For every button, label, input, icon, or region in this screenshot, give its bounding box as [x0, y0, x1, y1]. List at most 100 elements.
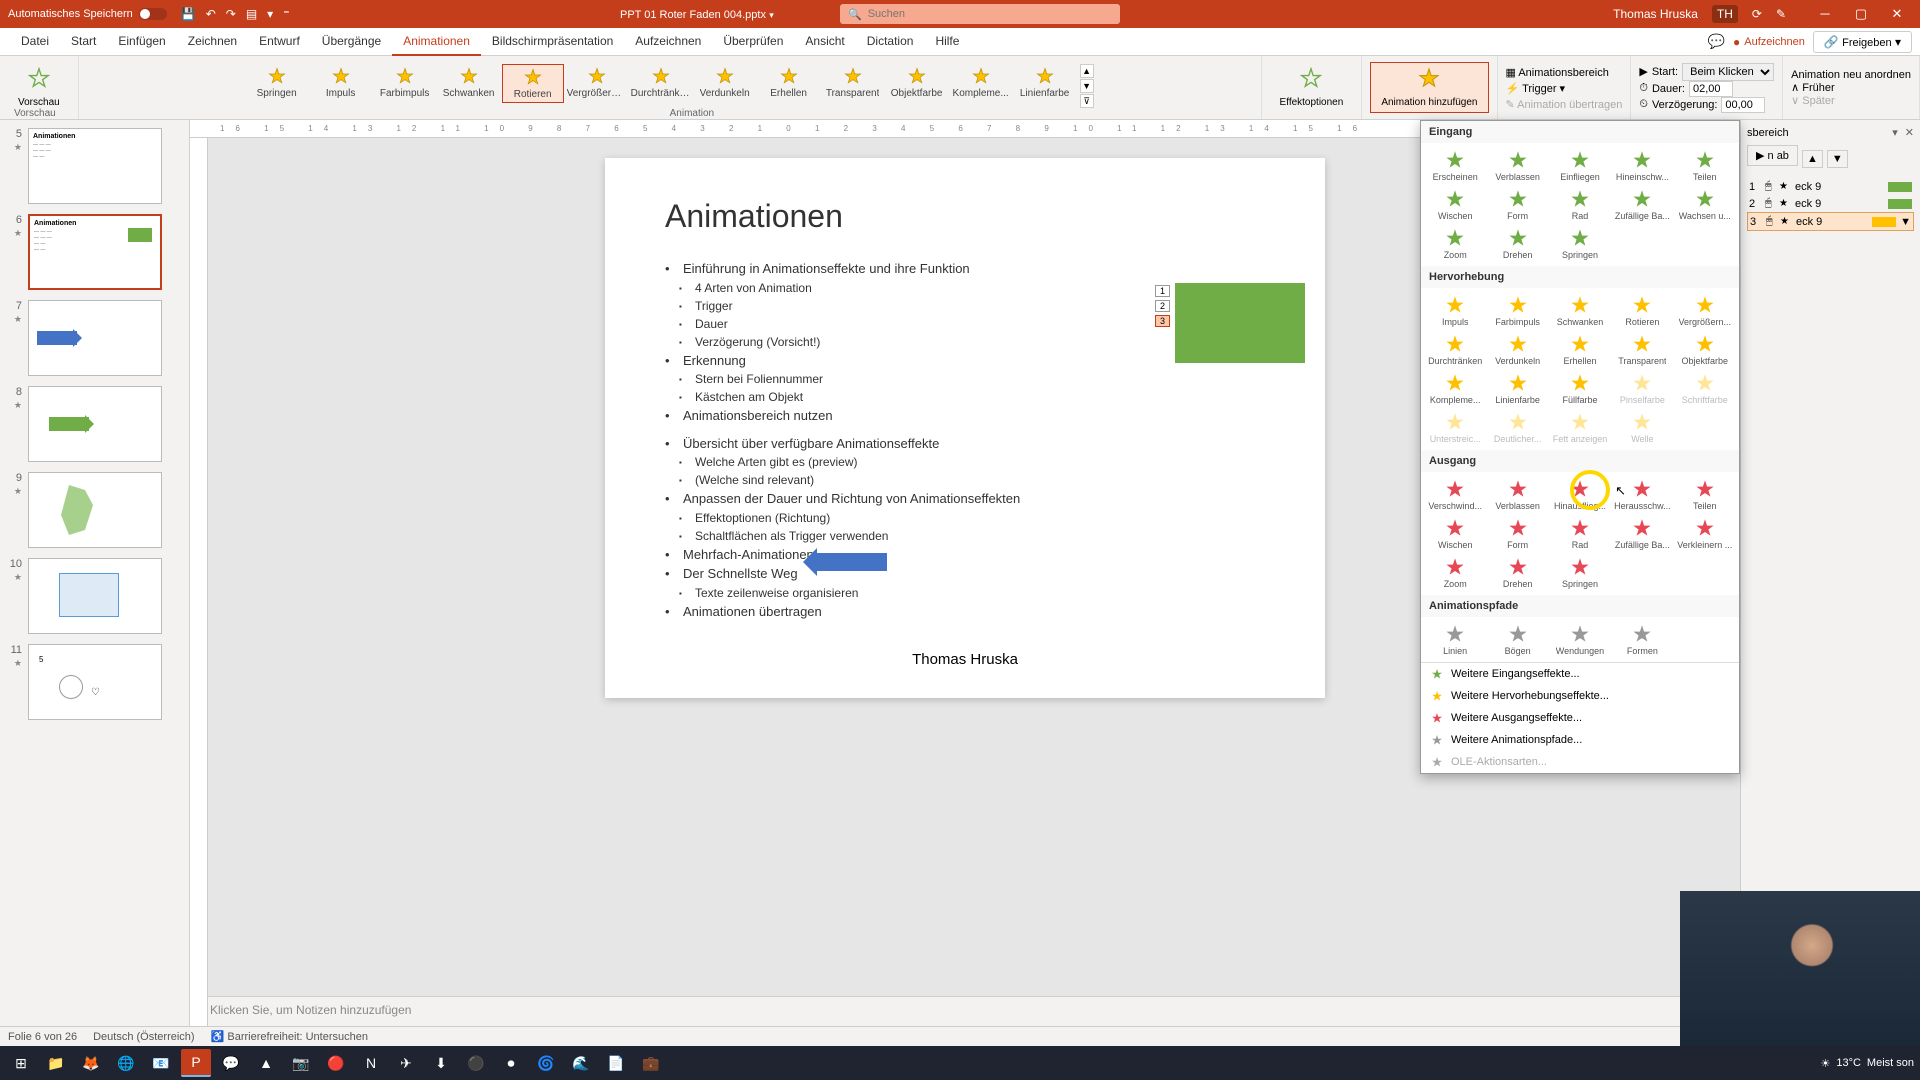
anim-effect-verschwind[interactable]: Verschwind... — [1424, 475, 1486, 514]
anim-effect-teilen[interactable]: Teilen — [1674, 475, 1736, 514]
dropdown-icon[interactable]: ▾ — [267, 7, 273, 21]
later-button[interactable]: ∨ Später — [1791, 94, 1835, 107]
anim-effect-erscheinen[interactable]: Erscheinen — [1424, 146, 1486, 185]
preview-button[interactable]: Vorschau — [8, 63, 70, 112]
anim-effect-erhellen[interactable]: Erhellen — [1549, 330, 1611, 369]
filename[interactable]: PPT 01 Roter Faden 004.pptx ▾ — [620, 7, 774, 21]
menu-tab-zeichnen[interactable]: Zeichnen — [177, 28, 248, 56]
menu-tab-aufzeichnen[interactable]: Aufzeichnen — [624, 28, 712, 56]
present-icon[interactable]: ▤ — [246, 7, 257, 21]
anim-tag-1[interactable]: 1 — [1155, 285, 1170, 297]
gallery-vergrößern/...[interactable]: Vergrößern/... — [566, 64, 628, 101]
vlc-icon[interactable]: ▲ — [251, 1049, 281, 1077]
anim-effect-durchtränken[interactable]: Durchtränken — [1424, 330, 1486, 369]
menu-tab-ansicht[interactable]: Ansicht — [794, 28, 855, 56]
app5-icon[interactable]: ⏺ — [496, 1049, 526, 1077]
menu-tab-animationen[interactable]: Animationen — [392, 28, 481, 56]
anim-pane-dropdown-icon[interactable]: ▾ — [1892, 127, 1898, 139]
anim-effect-wachsen u[interactable]: Wachsen u... — [1674, 185, 1736, 224]
anim-effect-rotieren[interactable]: Rotieren — [1611, 291, 1673, 330]
user-badge[interactable]: TH — [1712, 5, 1738, 23]
anim-pane-item-1[interactable]: 1🖱★eck 9 — [1747, 178, 1914, 195]
record-button[interactable]: ● Aufzeichnen — [1733, 35, 1805, 49]
username[interactable]: Thomas Hruska — [1613, 7, 1698, 21]
gallery-durchtränken[interactable]: Durchtränken — [630, 64, 692, 101]
weather-widget[interactable]: ☀ 13°C Meist son — [1820, 1057, 1914, 1070]
anim-footer-weitere-hervorhebungseffekte[interactable]: Weitere Hervorhebungseffekte... — [1421, 685, 1739, 707]
accessibility-check[interactable]: ♿ Barrierefreiheit: Untersuchen — [211, 1030, 368, 1043]
more-icon[interactable]: ⁼ — [283, 7, 289, 21]
app2-icon[interactable]: 📷 — [286, 1049, 316, 1077]
anim-effect-verkleinern[interactable]: Verkleinern ... — [1674, 514, 1736, 553]
move-up-icon[interactable]: ▲ — [1802, 150, 1823, 168]
thumb-6[interactable]: 6★Animationen— — —— — —— —— — — [4, 214, 185, 290]
menu-tab-hilfe[interactable]: Hilfe — [924, 28, 970, 56]
menu-tab-entwurf[interactable]: Entwurf — [248, 28, 311, 56]
app4-icon[interactable]: ⬇ — [426, 1049, 456, 1077]
anim-effect-drehen[interactable]: Drehen — [1486, 224, 1548, 263]
anim-effect-wendungen[interactable]: Wendungen — [1549, 620, 1611, 659]
app8-icon[interactable]: 💼 — [636, 1049, 666, 1077]
app6-icon[interactable]: 🌀 — [531, 1049, 561, 1077]
menu-tab-überprüfen[interactable]: Überprüfen — [712, 28, 794, 56]
anim-effect-zufällige ba[interactable]: Zufällige Ba... — [1611, 185, 1673, 224]
redo-icon[interactable]: ↷ — [226, 7, 236, 21]
play-from-button[interactable]: ▶ n ab — [1747, 145, 1798, 166]
anim-effect-rad[interactable]: Rad — [1549, 185, 1611, 224]
anim-effect-springen[interactable]: Springen — [1549, 553, 1611, 592]
add-animation-button[interactable]: Animation hinzufügen — [1370, 62, 1488, 113]
anim-pane-close-icon[interactable]: ✕ — [1905, 127, 1914, 139]
anim-effect-hinausflieg[interactable]: Hinausflieg... — [1549, 475, 1611, 514]
anim-effect-linienfarbe[interactable]: Linienfarbe — [1486, 369, 1548, 408]
close-icon[interactable]: ✕ — [1882, 6, 1912, 22]
menu-tab-einfügen[interactable]: Einfügen — [107, 28, 176, 56]
anim-tag-2[interactable]: 2 — [1155, 300, 1170, 312]
search-input[interactable] — [868, 8, 1112, 20]
menu-tab-übergänge[interactable]: Übergänge — [311, 28, 392, 56]
powerpoint-icon[interactable]: P — [181, 1049, 211, 1077]
move-down-icon[interactable]: ▼ — [1827, 150, 1848, 168]
gallery-springen[interactable]: Springen — [246, 64, 308, 101]
anim-pane-item-3[interactable]: 3🖱★eck 9▼ — [1747, 212, 1914, 231]
anim-effect-objektfarbe[interactable]: Objektfarbe — [1674, 330, 1736, 369]
anim-effect-kompleme[interactable]: Kompleme... — [1424, 369, 1486, 408]
anim-footer-weitere-eingangseffekte[interactable]: Weitere Eingangseffekte... — [1421, 663, 1739, 685]
sync-icon[interactable]: ⟳ — [1752, 7, 1762, 21]
anim-effect-linien[interactable]: Linien — [1424, 620, 1486, 659]
gallery-transparent[interactable]: Transparent — [822, 64, 884, 101]
outlook-icon[interactable]: 📧 — [146, 1049, 176, 1077]
trigger-button[interactable]: ⚡ Trigger ▾ — [1506, 82, 1566, 95]
firefox-icon[interactable]: 🦊 — [76, 1049, 106, 1077]
edge-icon[interactable]: 🌊 — [566, 1049, 596, 1077]
anim-effect-form[interactable]: Form — [1486, 185, 1548, 224]
search-box[interactable]: 🔍 — [840, 4, 1120, 24]
anim-effect-farbimpuls[interactable]: Farbimpuls — [1486, 291, 1548, 330]
save-icon[interactable]: 💾 — [181, 7, 196, 21]
anim-effect-formen[interactable]: Formen — [1611, 620, 1673, 659]
gallery-kompleme...[interactable]: Kompleme... — [950, 64, 1012, 101]
anim-effect-verblassen[interactable]: Verblassen — [1486, 146, 1548, 185]
notes-area[interactable]: Klicken Sie, um Notizen hinzuzufügen — [190, 996, 1740, 1026]
share-button[interactable]: 🔗 Freigeben ▾ — [1813, 31, 1912, 53]
gallery-verdunkeln[interactable]: Verdunkeln — [694, 64, 756, 101]
anim-effect-wischen[interactable]: Wischen — [1424, 514, 1486, 553]
language-indicator[interactable]: Deutsch (Österreich) — [93, 1031, 194, 1043]
anim-effect-hineinschw[interactable]: Hineinschw... — [1611, 146, 1673, 185]
anim-effect-einfliegen[interactable]: Einfliegen — [1549, 146, 1611, 185]
draw-icon[interactable]: ✎ — [1776, 7, 1786, 21]
thumb-10[interactable]: 10★ — [4, 558, 185, 634]
green-rectangle[interactable] — [1175, 283, 1305, 363]
blue-arrow[interactable] — [815, 553, 887, 571]
slide-title[interactable]: Animationen — [665, 198, 1265, 235]
telegram-icon[interactable]: ✈ — [391, 1049, 421, 1077]
delay-control[interactable]: ⏲ Verzögerung: — [1639, 97, 1765, 113]
comments-icon[interactable]: 💬 — [1708, 33, 1725, 50]
gallery-more-icon[interactable]: ⊽ — [1080, 94, 1094, 108]
anim-footer-weitere-ausgangseffekte[interactable]: Weitere Ausgangseffekte... — [1421, 707, 1739, 729]
onenote-icon[interactable]: N — [356, 1049, 386, 1077]
anim-effect-impuls[interactable]: Impuls — [1424, 291, 1486, 330]
explorer-icon[interactable]: 📁 — [41, 1049, 71, 1077]
menu-tab-start[interactable]: Start — [60, 28, 107, 56]
anim-effect-rad[interactable]: Rad — [1549, 514, 1611, 553]
chrome-icon[interactable]: 🌐 — [111, 1049, 141, 1077]
